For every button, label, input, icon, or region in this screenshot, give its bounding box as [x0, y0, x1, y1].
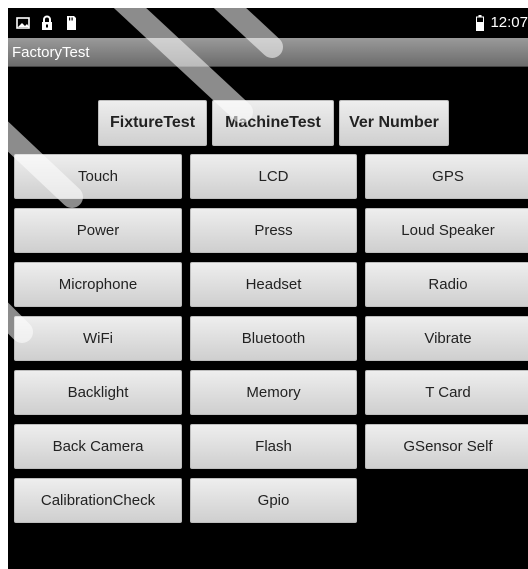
- press-button[interactable]: Press: [190, 208, 357, 253]
- wifi-button[interactable]: WiFi: [14, 316, 182, 361]
- t-card-button[interactable]: T Card: [365, 370, 528, 415]
- flash-button[interactable]: Flash: [190, 424, 357, 469]
- headset-button[interactable]: Headset: [190, 262, 357, 307]
- memory-button[interactable]: Memory: [190, 370, 357, 415]
- loud-speaker-button[interactable]: Loud Speaker: [365, 208, 528, 253]
- bluetooth-button[interactable]: Bluetooth: [190, 316, 357, 361]
- lcd-button[interactable]: LCD: [190, 154, 357, 199]
- radio-button[interactable]: Radio: [365, 262, 528, 307]
- gps-button[interactable]: GPS: [365, 154, 528, 199]
- image-icon: [16, 17, 30, 29]
- fixture-test-button[interactable]: FixtureTest: [98, 100, 207, 146]
- microphone-button[interactable]: Microphone: [14, 262, 182, 307]
- machine-test-button[interactable]: MachineTest: [212, 100, 334, 146]
- app-title: FactoryTest: [12, 44, 90, 61]
- vibrate-button[interactable]: Vibrate: [365, 316, 528, 361]
- touch-button[interactable]: Touch: [14, 154, 182, 199]
- status-icons: [16, 15, 78, 31]
- sd-card-icon: [67, 16, 76, 30]
- gsensor-self-button[interactable]: GSensor Self: [365, 424, 528, 469]
- battery-icon: [476, 14, 485, 31]
- device-screen: 12:07 FactoryTest FixtureTest MachineTes…: [8, 8, 528, 569]
- gpio-button[interactable]: Gpio: [190, 478, 357, 523]
- lock-icon: [42, 15, 52, 30]
- power-button[interactable]: Power: [14, 208, 182, 253]
- backlight-button[interactable]: Backlight: [14, 370, 182, 415]
- action-bar: FactoryTest: [8, 38, 528, 67]
- status-bar: 12:07: [8, 8, 528, 38]
- status-time: 12:07: [490, 14, 528, 31]
- status-right: 12:07: [476, 14, 528, 31]
- calibration-check-button[interactable]: CalibrationCheck: [14, 478, 182, 523]
- ver-number-button[interactable]: Ver Number: [339, 100, 449, 146]
- back-camera-button[interactable]: Back Camera: [14, 424, 182, 469]
